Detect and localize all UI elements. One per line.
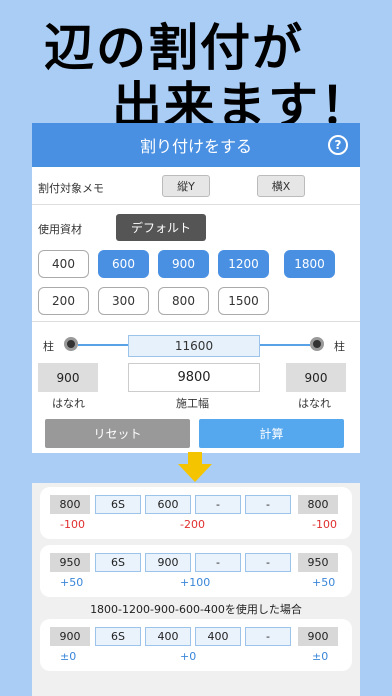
result-material-cell: 900: [145, 553, 191, 572]
reset-button[interactable]: リセット: [45, 419, 190, 448]
pillar-right-node-icon: [310, 337, 324, 351]
result-diff: -100: [312, 518, 337, 531]
gap-right-label: はなれ: [298, 397, 331, 410]
result-gap-cell: 900: [50, 627, 90, 646]
vertical-y-button[interactable]: 縦Y: [162, 175, 210, 197]
result-material-cell: 400: [195, 627, 241, 646]
result-card[interactable]: 800 6S 600- -800 -100 -200 -100: [40, 487, 352, 539]
panel-title: 割り付けをする: [139, 137, 252, 156]
memo-label: 割付対象メモ: [38, 182, 104, 195]
help-icon[interactable]: ?: [328, 135, 348, 155]
results-area: 800 6S 600- -800 -100 -200 -100 950 6S 900- -950 +…: [32, 483, 360, 696]
size-button-200[interactable]: 200: [38, 287, 89, 315]
size-button-1800[interactable]: 1800: [284, 250, 335, 278]
allocation-panel: 割り付けをする ? 割付対象メモ 縦Y 横X 使用資材 デフォルト 400 600…: [32, 123, 360, 453]
result-material-cell: -: [195, 553, 241, 572]
horizontal-x-button[interactable]: 横X: [257, 175, 305, 197]
result-diff: -200: [180, 518, 205, 531]
result-diff: +0: [180, 650, 197, 663]
result-material-cell: -: [245, 495, 291, 514]
pillar-left-node-icon: [64, 337, 78, 351]
result-material-cell: -: [245, 627, 291, 646]
size-button-300[interactable]: 300: [98, 287, 149, 315]
size-button-1200[interactable]: 1200: [218, 250, 269, 278]
result-card[interactable]: 950 6S 900- -950 +50 +100 +50: [40, 545, 352, 597]
result-material-cell: 600: [145, 495, 191, 514]
result-material-cell: 6S: [95, 495, 141, 514]
result-gap-cell: 800: [298, 495, 338, 514]
result-gap-cell: 950: [50, 553, 90, 572]
size-button-800[interactable]: 800: [158, 287, 209, 315]
result-diff: +100: [180, 576, 211, 589]
size-button-1500[interactable]: 1500: [218, 287, 269, 315]
result-gap-cell: 950: [298, 553, 338, 572]
gap-left-label: はなれ: [52, 397, 85, 410]
result-material-cell: 6S: [95, 553, 141, 572]
dimension-line: [260, 344, 310, 346]
dimension-line: [78, 344, 128, 346]
result-material-cell: -: [245, 553, 291, 572]
result-diff: -100: [60, 518, 85, 531]
divider: [32, 204, 360, 205]
result-material-cell: 6S: [95, 627, 141, 646]
size-button-900[interactable]: 900: [158, 250, 209, 278]
result-gap-cell: 800: [50, 495, 90, 514]
pillar-left-label: 柱: [43, 340, 54, 353]
result-diff: +50: [312, 576, 336, 589]
size-button-400[interactable]: 400: [38, 250, 89, 278]
result-caption: 1800-1200-900-600-400を使用した場合: [90, 603, 302, 616]
work-width-label: 施工幅: [176, 397, 209, 410]
work-width-field[interactable]: 9800: [128, 363, 260, 392]
result-diff: ±0: [312, 650, 329, 663]
down-arrow-icon: [178, 452, 212, 482]
total-length-field[interactable]: 11600: [128, 335, 260, 357]
gap-left-field[interactable]: 900: [38, 363, 98, 392]
default-button[interactable]: デフォルト: [116, 214, 206, 241]
gap-right-field[interactable]: 900: [286, 363, 346, 392]
result-diff: ±0: [60, 650, 77, 663]
result-material-cell: -: [195, 495, 241, 514]
result-gap-cell: 900: [298, 627, 338, 646]
result-diff: +50: [60, 576, 84, 589]
calculate-button[interactable]: 計算: [199, 419, 344, 448]
panel-titlebar: 割り付けをする ?: [32, 123, 360, 167]
pillar-right-label: 柱: [334, 340, 345, 353]
material-label: 使用資材: [38, 223, 82, 236]
result-card[interactable]: 900 6S 400 400-900 ±0 +0 ±0: [40, 619, 352, 671]
divider: [32, 321, 360, 322]
result-material-cell: 400: [145, 627, 191, 646]
size-button-600[interactable]: 600: [98, 250, 149, 278]
